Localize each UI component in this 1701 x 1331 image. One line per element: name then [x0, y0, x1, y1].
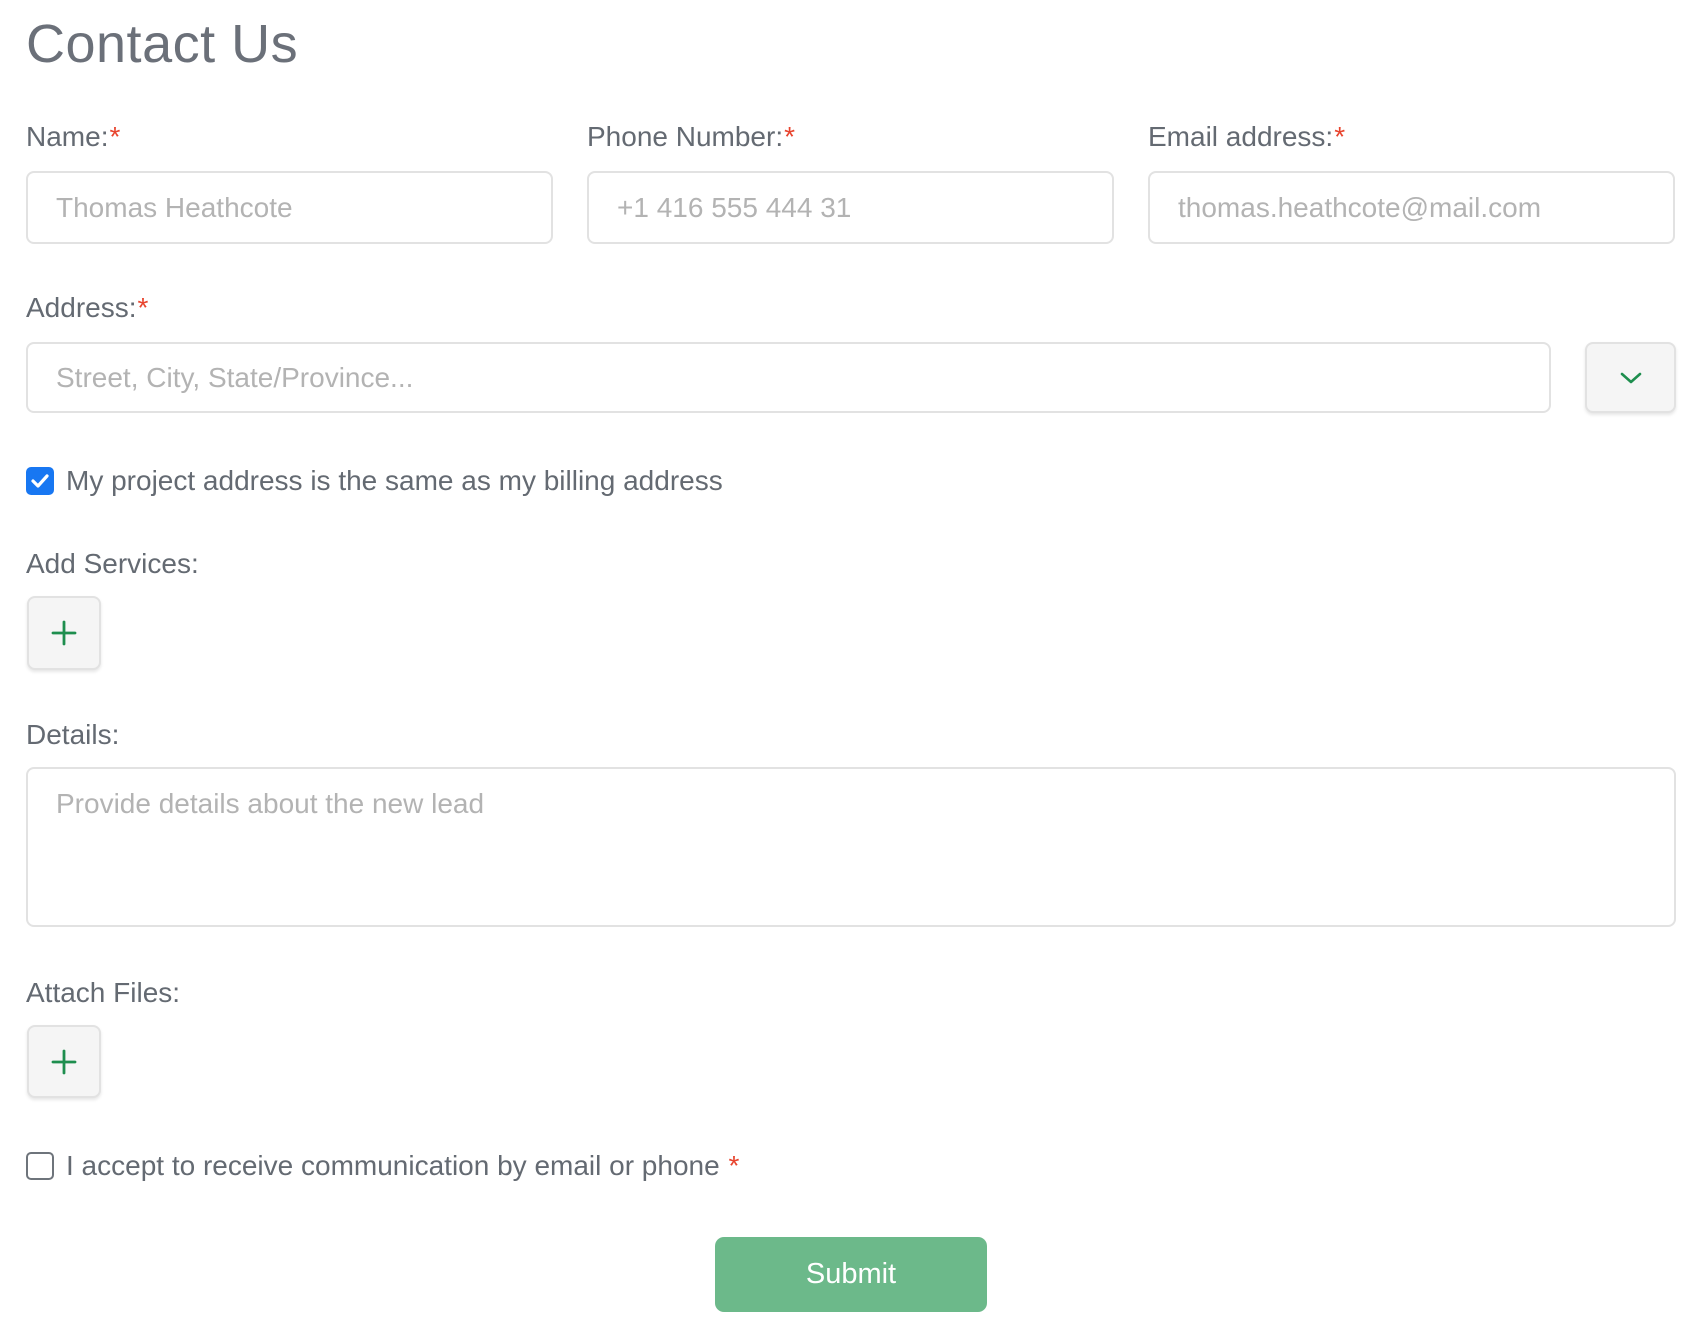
same-address-label: My project address is the same as my bil… — [66, 465, 723, 496]
required-asterisk: * — [784, 121, 796, 152]
same-address-option[interactable]: My project address is the same as my bil… — [26, 464, 723, 498]
address-input[interactable] — [26, 342, 1551, 413]
services-label: Add Services: — [26, 548, 199, 579]
email-input[interactable] — [1148, 171, 1675, 244]
details-textarea[interactable] — [26, 767, 1676, 927]
phone-input[interactable] — [587, 171, 1114, 244]
name-input[interactable] — [26, 171, 553, 244]
attach-files-label: Attach Files: — [26, 977, 181, 1008]
email-label: Email address:* — [1148, 120, 1345, 154]
plus-icon — [51, 1049, 77, 1074]
consent-label: I accept to receive communication by ema… — [66, 1149, 739, 1183]
phone-label: Phone Number:* — [587, 120, 795, 154]
address-dropdown-button[interactable] — [1585, 342, 1676, 413]
name-label: Name:* — [26, 120, 120, 154]
required-asterisk: * — [1334, 121, 1346, 152]
name-label-text: Name: — [26, 121, 109, 152]
consent-label-text: I accept to receive communication by ema… — [66, 1150, 720, 1181]
address-label: Address:* — [26, 291, 148, 325]
submit-button[interactable]: Submit — [715, 1237, 987, 1312]
required-asterisk: * — [137, 292, 149, 323]
checkmark-icon — [31, 474, 49, 488]
details-label: Details: — [26, 719, 120, 750]
address-label-text: Address: — [26, 292, 137, 323]
consent-checkbox[interactable] — [26, 1152, 54, 1180]
consent-option[interactable]: I accept to receive communication by ema… — [26, 1149, 739, 1183]
same-address-checkbox[interactable] — [26, 467, 54, 495]
phone-label-text: Phone Number: — [587, 121, 784, 152]
required-asterisk: * — [109, 121, 121, 152]
attach-file-button[interactable] — [27, 1025, 101, 1098]
add-service-button[interactable] — [27, 596, 101, 670]
plus-icon — [51, 620, 77, 646]
email-label-text: Email address: — [1148, 121, 1334, 152]
required-asterisk: * — [728, 1150, 740, 1181]
chevron-down-icon — [1620, 372, 1641, 383]
page-title: Contact Us — [26, 14, 299, 74]
